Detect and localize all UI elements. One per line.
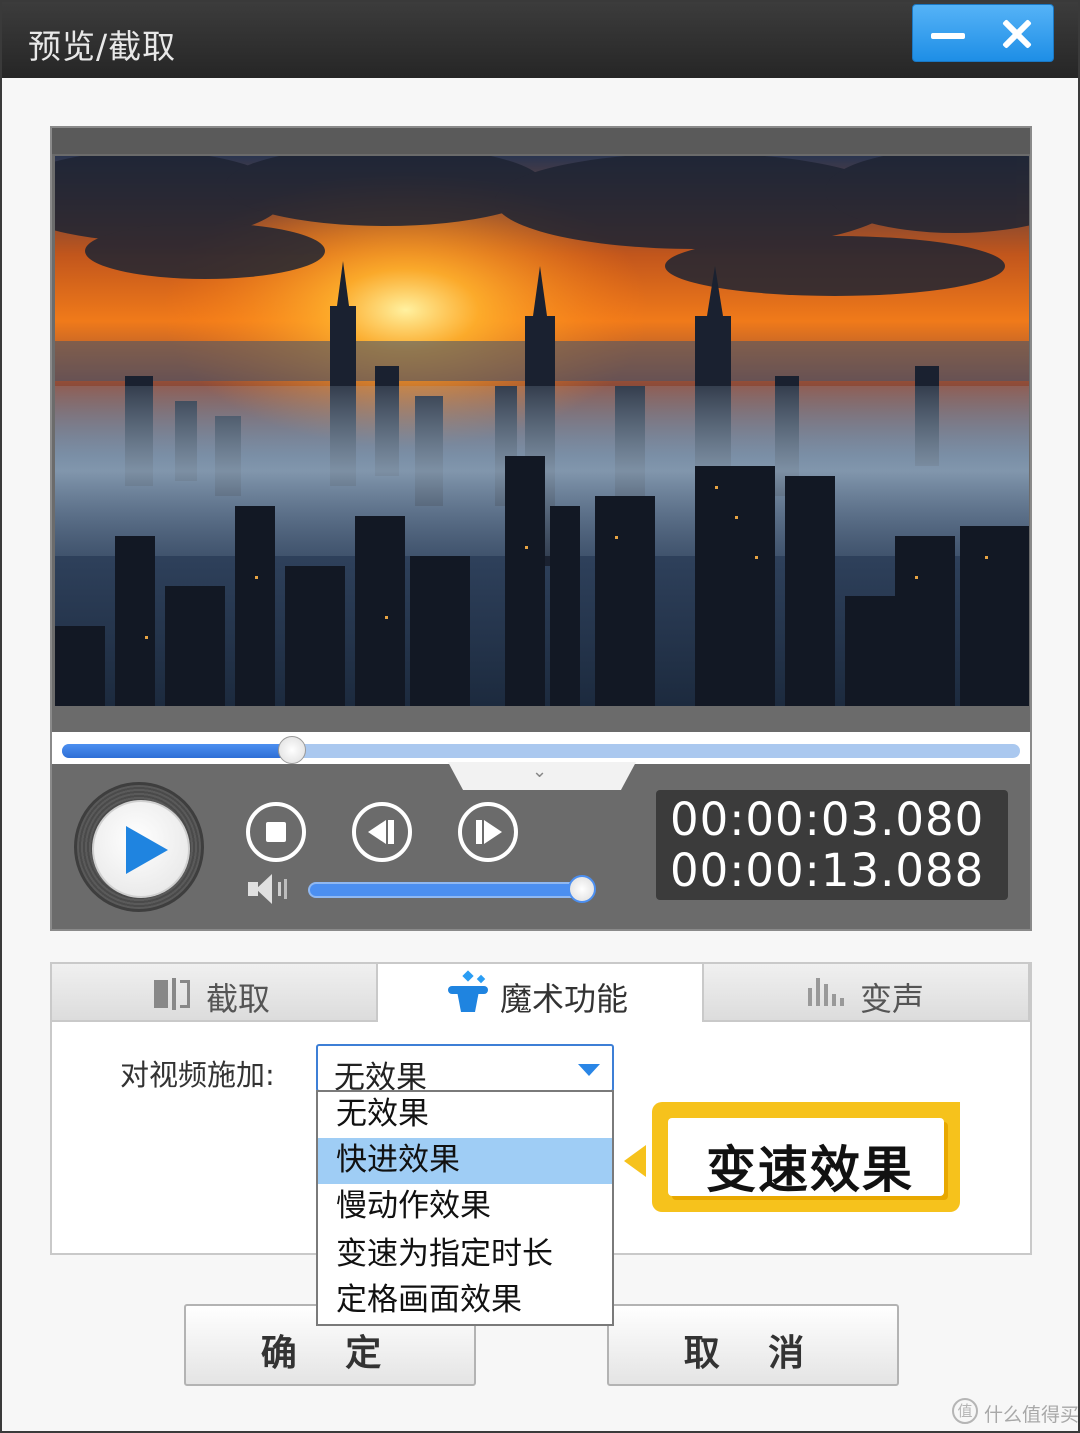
stop-icon[interactable] (246, 802, 306, 862)
minimize-icon[interactable] (923, 15, 975, 53)
watermark-text: 什么值得买 (984, 1404, 1080, 1426)
apply-effect-label: 对视频施加: (120, 1058, 275, 1092)
cancel-button[interactable]: 取 消 (607, 1304, 899, 1386)
current-time: 00:00:03.080 (670, 793, 985, 846)
effect-option-highlighted[interactable]: 快进效果 (318, 1138, 612, 1184)
volume-icon[interactable] (248, 874, 292, 904)
effect-option[interactable]: 定格画面效果 (318, 1278, 612, 1324)
tab-clip-label: 截取 (206, 980, 271, 1018)
cancel-button-label: 取 消 (683, 1333, 823, 1374)
callout-pointer (624, 1145, 646, 1177)
total-time: 00:00:13.088 (670, 844, 985, 897)
tab-voice[interactable]: 变声 (704, 964, 1030, 1022)
dropdown-arrow-icon[interactable] (578, 1064, 600, 1076)
video-frame-image (55, 156, 1029, 706)
tab-clip[interactable]: 截取 (52, 964, 378, 1022)
video-preview (55, 156, 1029, 706)
seek-progress (62, 744, 292, 758)
volume-slider[interactable] (310, 884, 590, 896)
seek-handle[interactable] (277, 736, 306, 764)
previous-frame-icon[interactable] (352, 802, 412, 862)
collapse-tab[interactable]: ⌄ (448, 762, 636, 790)
voice-wave-icon (808, 976, 852, 1010)
magic-hat-icon (448, 970, 492, 1016)
effect-option[interactable]: 变速为指定时长 (318, 1232, 612, 1278)
close-icon[interactable] (993, 13, 1043, 55)
window-controls (912, 4, 1054, 62)
watermark: 值 什么值得买 (952, 1398, 1080, 1428)
video-player: 00:00:03.080 00:00:13.088 ⌄ (50, 126, 1032, 931)
title-bar: 预览/截取 (2, 2, 1078, 78)
player-top-bar (52, 128, 1030, 154)
seek-bar[interactable] (52, 732, 1030, 764)
chevron-down-icon[interactable]: ⌄ (532, 762, 547, 782)
tab-voice-label: 变声 (860, 980, 925, 1018)
volume-handle[interactable] (567, 875, 596, 903)
callout-text: 变速效果 (706, 1141, 914, 1199)
annotation-callout: 变速效果 (652, 1102, 960, 1212)
clip-icon (154, 978, 194, 1010)
effect-dropdown-list: 无效果 快进效果 慢动作效果 变速为指定时长 定格画面效果 (316, 1090, 614, 1326)
tab-magic[interactable]: 魔术功能 (378, 964, 704, 1022)
ok-button-label: 确 定 (260, 1333, 400, 1374)
window-title: 预览/截取 (28, 27, 177, 66)
play-icon[interactable] (92, 800, 190, 898)
effect-option[interactable]: 无效果 (318, 1092, 612, 1138)
preview-clip-window: 预览/截取 00:00:03.080 00:00:13.088 ⌄ 截取 魔术功… (0, 0, 1080, 1433)
watermark-logo-icon: 值 (952, 1398, 978, 1424)
time-display: 00:00:03.080 00:00:13.088 (656, 790, 1008, 900)
tab-magic-label: 魔术功能 (500, 980, 629, 1018)
effect-select[interactable]: 无效果 (316, 1044, 614, 1096)
effect-option[interactable]: 慢动作效果 (318, 1184, 612, 1230)
next-frame-icon[interactable] (458, 802, 518, 862)
